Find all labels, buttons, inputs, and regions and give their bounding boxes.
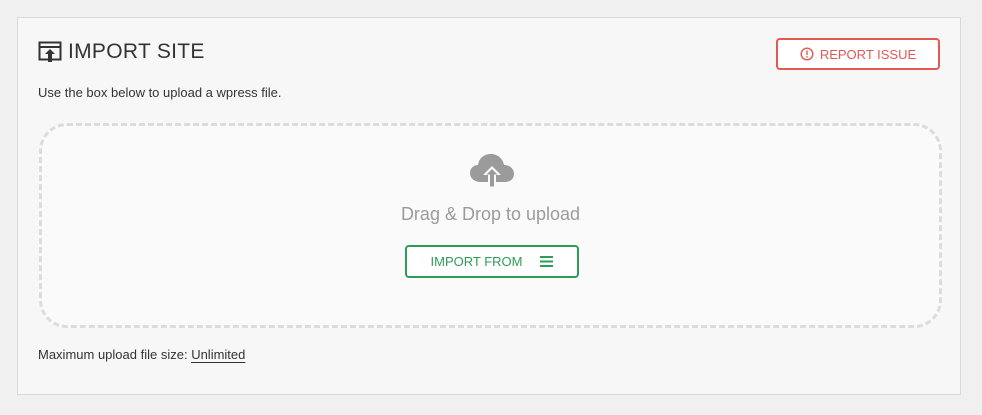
exclamation-circle-icon: [800, 47, 814, 61]
menu-icon: [540, 256, 554, 267]
max-upload-label: Maximum upload file size:: [38, 347, 188, 362]
upload-dropzone[interactable]: Drag & Drop to upload IMPORT FROM: [39, 123, 942, 328]
report-issue-button[interactable]: REPORT ISSUE: [776, 38, 940, 70]
cloud-upload-icon: [470, 154, 514, 188]
max-upload-value-link[interactable]: Unlimited: [191, 347, 245, 362]
import-site-icon: [38, 41, 62, 62]
import-from-button[interactable]: IMPORT FROM: [405, 245, 579, 278]
page-title: IMPORT SITE: [68, 40, 205, 63]
drag-drop-text: Drag & Drop to upload: [400, 204, 581, 224]
upload-description: Use the box below to upload a wpress fil…: [38, 85, 282, 100]
page-header: IMPORT SITE: [38, 40, 205, 64]
import-panel: IMPORT SITE REPORT ISSUE Use the box bel…: [17, 17, 961, 395]
report-issue-label: REPORT ISSUE: [819, 46, 917, 62]
max-upload-info: Maximum upload file size: Unlimited: [38, 347, 245, 362]
import-from-label: IMPORT FROM: [430, 254, 523, 269]
